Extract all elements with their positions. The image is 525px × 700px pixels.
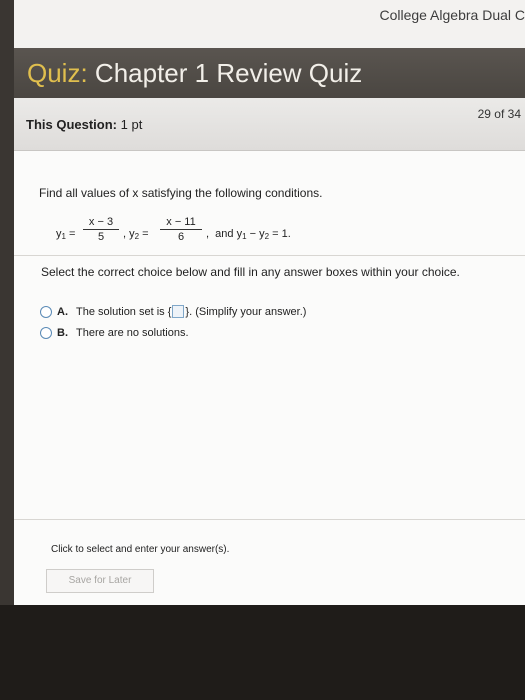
question-panel: Find all values of x satisfying the foll… (14, 151, 525, 605)
divider (14, 519, 525, 520)
instruction-text: Select the correct choice below and fill… (41, 265, 460, 279)
choice-b-letter: B. (57, 327, 68, 339)
y2-numerator: x − 11 (166, 216, 196, 228)
save-for-later-button[interactable]: Save for Later (46, 569, 154, 593)
top-banner: College Algebra Dual C (14, 0, 525, 48)
y1-denominator: 5 (97, 231, 105, 243)
course-name[interactable]: College Algebra Dual C (379, 7, 525, 23)
screen-bezel (0, 0, 14, 620)
dark-footer (0, 605, 525, 700)
question-counter: 29 of 34 (477, 107, 521, 121)
fraction-bar (83, 229, 119, 230)
condition: , and y1 − y2 = 1. (206, 228, 291, 241)
fraction-bar (160, 229, 202, 230)
question-label: This Question: (26, 117, 117, 132)
answer-hint: Click to select and enter your answer(s)… (51, 544, 230, 555)
question-prompt: Find all values of x satisfying the foll… (39, 186, 323, 200)
question-bar: This Question: 1 pt 29 of 34 (14, 98, 525, 151)
quiz-title-band: Quiz: Chapter 1 Review Quiz (14, 48, 525, 98)
quiz-title: Quiz: Chapter 1 Review Quiz (27, 58, 362, 89)
choice-b-text: There are no solutions. (76, 327, 189, 339)
choice-a[interactable]: A. The solution set is {}. (Simplify you… (40, 305, 306, 318)
points-value: 1 pt (120, 117, 143, 132)
y1-label: y1 = (56, 228, 76, 241)
y1-numerator: x − 3 (88, 216, 114, 228)
choice-a-text: The solution set is (76, 305, 165, 318)
choice-a-letter: A. (57, 305, 68, 318)
quiz-prefix: Quiz: (27, 58, 88, 88)
choice-b[interactable]: B. There are no solutions. (40, 327, 189, 339)
answer-box[interactable] (172, 305, 185, 318)
radio-b[interactable] (40, 327, 52, 339)
y1-fraction: x − 3 5 (83, 216, 119, 243)
y2-label: , y2 = (123, 228, 149, 241)
equation: y1 = x − 3 5 , y2 = x − 11 6 , and y1 − … (56, 216, 416, 252)
radio-a[interactable] (40, 305, 52, 318)
divider (14, 255, 525, 256)
question-points: This Question: 1 pt (26, 117, 142, 132)
quiz-title-text: Chapter 1 Review Quiz (94, 58, 363, 88)
y2-denominator: 6 (177, 231, 185, 243)
choice-a-hint: (Simplify your answer.) (195, 305, 307, 318)
y2-fraction: x − 11 6 (160, 216, 202, 243)
